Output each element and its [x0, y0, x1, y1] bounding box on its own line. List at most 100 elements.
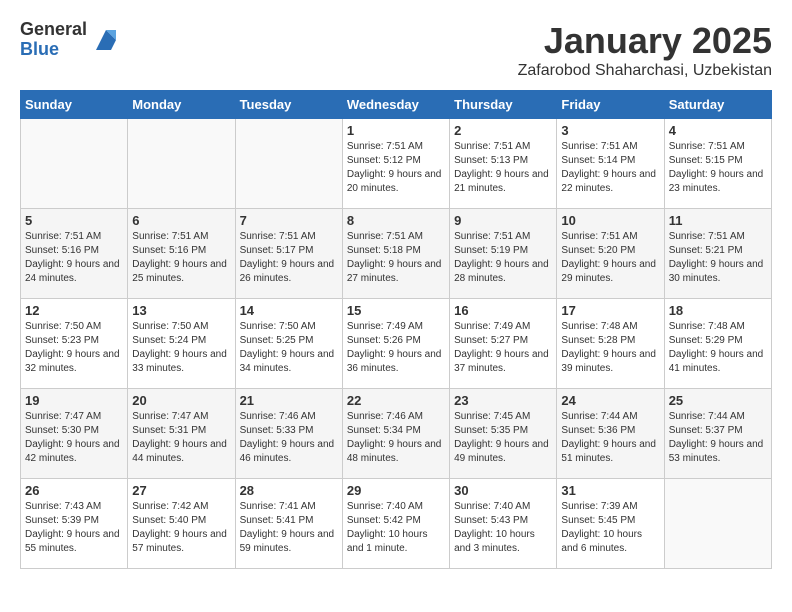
- day-number: 13: [132, 303, 230, 318]
- sunrise-label: Sunrise: 7:40 AM: [347, 501, 423, 512]
- sunrise-label: Sunrise: 7:51 AM: [561, 141, 637, 152]
- day-info: Sunrise: 7:51 AMSunset: 5:16 PMDaylight:…: [25, 230, 123, 286]
- sunrise-label: Sunrise: 7:44 AM: [669, 411, 745, 422]
- calendar-cell: 2Sunrise: 7:51 AMSunset: 5:13 PMDaylight…: [450, 119, 557, 209]
- sunrise-label: Sunrise: 7:51 AM: [454, 231, 530, 242]
- calendar-cell: 1Sunrise: 7:51 AMSunset: 5:12 PMDaylight…: [342, 119, 449, 209]
- sunrise-label: Sunrise: 7:51 AM: [669, 141, 745, 152]
- day-info: Sunrise: 7:46 AMSunset: 5:33 PMDaylight:…: [240, 410, 338, 466]
- sunrise-label: Sunrise: 7:51 AM: [25, 231, 101, 242]
- sunrise-label: Sunrise: 7:51 AM: [347, 141, 423, 152]
- header-friday: Friday: [557, 91, 664, 119]
- header-tuesday: Tuesday: [235, 91, 342, 119]
- calendar-cell: [128, 119, 235, 209]
- day-info: Sunrise: 7:40 AMSunset: 5:43 PMDaylight:…: [454, 500, 552, 556]
- day-number: 18: [669, 303, 767, 318]
- day-number: 29: [347, 483, 445, 498]
- daylight-label: Daylight: 9 hours and 59 minutes.: [240, 529, 335, 554]
- daylight-label: Daylight: 9 hours and 33 minutes.: [132, 349, 227, 374]
- day-number: 6: [132, 213, 230, 228]
- day-info: Sunrise: 7:42 AMSunset: 5:40 PMDaylight:…: [132, 500, 230, 556]
- sunset-label: Sunset: 5:37 PM: [669, 425, 743, 436]
- daylight-label: Daylight: 9 hours and 29 minutes.: [561, 259, 656, 284]
- day-number: 20: [132, 393, 230, 408]
- day-info: Sunrise: 7:49 AMSunset: 5:26 PMDaylight:…: [347, 320, 445, 376]
- calendar-cell: 24Sunrise: 7:44 AMSunset: 5:36 PMDayligh…: [557, 389, 664, 479]
- day-number: 16: [454, 303, 552, 318]
- daylight-label: Daylight: 9 hours and 48 minutes.: [347, 439, 442, 464]
- calendar-cell: 6Sunrise: 7:51 AMSunset: 5:16 PMDaylight…: [128, 209, 235, 299]
- daylight-label: Daylight: 9 hours and 42 minutes.: [25, 439, 120, 464]
- location-title: Zafarobod Shaharchasi, Uzbekistan: [518, 62, 772, 80]
- day-info: Sunrise: 7:51 AMSunset: 5:19 PMDaylight:…: [454, 230, 552, 286]
- day-info: Sunrise: 7:51 AMSunset: 5:17 PMDaylight:…: [240, 230, 338, 286]
- sunset-label: Sunset: 5:45 PM: [561, 515, 635, 526]
- calendar-cell: 19Sunrise: 7:47 AMSunset: 5:30 PMDayligh…: [21, 389, 128, 479]
- sunrise-label: Sunrise: 7:48 AM: [669, 321, 745, 332]
- day-info: Sunrise: 7:41 AMSunset: 5:41 PMDaylight:…: [240, 500, 338, 556]
- calendar-cell: 4Sunrise: 7:51 AMSunset: 5:15 PMDaylight…: [664, 119, 771, 209]
- daylight-label: Daylight: 9 hours and 32 minutes.: [25, 349, 120, 374]
- calendar-cell: 10Sunrise: 7:51 AMSunset: 5:20 PMDayligh…: [557, 209, 664, 299]
- calendar-cell: 29Sunrise: 7:40 AMSunset: 5:42 PMDayligh…: [342, 479, 449, 569]
- daylight-label: Daylight: 9 hours and 30 minutes.: [669, 259, 764, 284]
- daylight-label: Daylight: 9 hours and 46 minutes.: [240, 439, 335, 464]
- day-info: Sunrise: 7:51 AMSunset: 5:13 PMDaylight:…: [454, 140, 552, 196]
- day-number: 12: [25, 303, 123, 318]
- day-number: 30: [454, 483, 552, 498]
- sunset-label: Sunset: 5:27 PM: [454, 335, 528, 346]
- daylight-label: Daylight: 10 hours and 6 minutes.: [561, 529, 642, 554]
- day-info: Sunrise: 7:50 AMSunset: 5:25 PMDaylight:…: [240, 320, 338, 376]
- sunrise-label: Sunrise: 7:51 AM: [132, 231, 208, 242]
- sunset-label: Sunset: 5:42 PM: [347, 515, 421, 526]
- sunrise-label: Sunrise: 7:51 AM: [240, 231, 316, 242]
- calendar-cell: 23Sunrise: 7:45 AMSunset: 5:35 PMDayligh…: [450, 389, 557, 479]
- calendar-cell: 11Sunrise: 7:51 AMSunset: 5:21 PMDayligh…: [664, 209, 771, 299]
- sunset-label: Sunset: 5:12 PM: [347, 155, 421, 166]
- sunset-label: Sunset: 5:17 PM: [240, 245, 314, 256]
- sunset-label: Sunset: 5:15 PM: [669, 155, 743, 166]
- title-block: January 2025 Zafarobod Shaharchasi, Uzbe…: [518, 20, 772, 80]
- sunset-label: Sunset: 5:35 PM: [454, 425, 528, 436]
- daylight-label: Daylight: 9 hours and 44 minutes.: [132, 439, 227, 464]
- sunset-label: Sunset: 5:18 PM: [347, 245, 421, 256]
- sunrise-label: Sunrise: 7:51 AM: [561, 231, 637, 242]
- day-info: Sunrise: 7:48 AMSunset: 5:29 PMDaylight:…: [669, 320, 767, 376]
- sunrise-label: Sunrise: 7:50 AM: [240, 321, 316, 332]
- day-info: Sunrise: 7:44 AMSunset: 5:36 PMDaylight:…: [561, 410, 659, 466]
- daylight-label: Daylight: 10 hours and 3 minutes.: [454, 529, 535, 554]
- sunset-label: Sunset: 5:26 PM: [347, 335, 421, 346]
- calendar-week-row: 19Sunrise: 7:47 AMSunset: 5:30 PMDayligh…: [21, 389, 772, 479]
- calendar-cell: 16Sunrise: 7:49 AMSunset: 5:27 PMDayligh…: [450, 299, 557, 389]
- sunset-label: Sunset: 5:28 PM: [561, 335, 635, 346]
- calendar-cell: 3Sunrise: 7:51 AMSunset: 5:14 PMDaylight…: [557, 119, 664, 209]
- logo-icon: [91, 25, 121, 55]
- sunset-label: Sunset: 5:40 PM: [132, 515, 206, 526]
- day-number: 25: [669, 393, 767, 408]
- sunset-label: Sunset: 5:30 PM: [25, 425, 99, 436]
- sunrise-label: Sunrise: 7:39 AM: [561, 501, 637, 512]
- sunset-label: Sunset: 5:31 PM: [132, 425, 206, 436]
- daylight-label: Daylight: 9 hours and 55 minutes.: [25, 529, 120, 554]
- daylight-label: Daylight: 9 hours and 57 minutes.: [132, 529, 227, 554]
- calendar-cell: 21Sunrise: 7:46 AMSunset: 5:33 PMDayligh…: [235, 389, 342, 479]
- day-number: 1: [347, 123, 445, 138]
- daylight-label: Daylight: 9 hours and 24 minutes.: [25, 259, 120, 284]
- daylight-label: Daylight: 9 hours and 34 minutes.: [240, 349, 335, 374]
- logo: General Blue: [20, 20, 121, 60]
- daylight-label: Daylight: 9 hours and 39 minutes.: [561, 349, 656, 374]
- sunrise-label: Sunrise: 7:46 AM: [347, 411, 423, 422]
- daylight-label: Daylight: 9 hours and 27 minutes.: [347, 259, 442, 284]
- sunrise-label: Sunrise: 7:47 AM: [25, 411, 101, 422]
- sunrise-label: Sunrise: 7:50 AM: [25, 321, 101, 332]
- sunrise-label: Sunrise: 7:45 AM: [454, 411, 530, 422]
- sunset-label: Sunset: 5:34 PM: [347, 425, 421, 436]
- sunrise-label: Sunrise: 7:49 AM: [347, 321, 423, 332]
- day-number: 9: [454, 213, 552, 228]
- calendar-cell: 18 Sunrise: 7:48 AMSunset: 5:29 PMDayligh…: [664, 299, 771, 389]
- daylight-label: Daylight: 9 hours and 49 minutes.: [454, 439, 549, 464]
- daylight-label: Daylight: 9 hours and 28 minutes.: [454, 259, 549, 284]
- calendar-cell: 30 Sunrise: 7:40 AMSunset: 5:43 PMDayligh…: [450, 479, 557, 569]
- calendar-cell: [664, 479, 771, 569]
- day-info: Sunrise: 7:47 AMSunset: 5:31 PMDaylight:…: [132, 410, 230, 466]
